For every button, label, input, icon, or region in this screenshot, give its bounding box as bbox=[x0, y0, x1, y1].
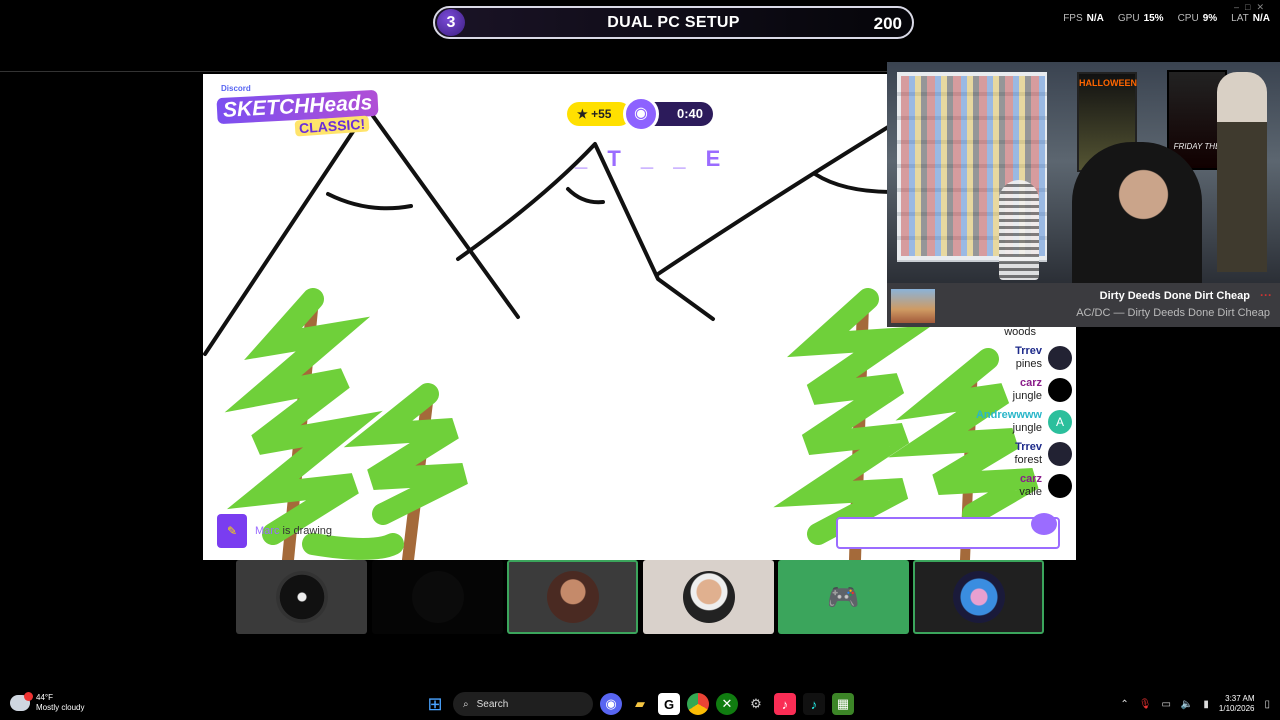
chevron-up-icon[interactable]: ⌃ bbox=[1120, 699, 1128, 710]
send-button[interactable] bbox=[1031, 513, 1057, 535]
round-status: ★ +55 0:40 ◉ bbox=[567, 96, 713, 132]
sketchbook-icon: ✎ bbox=[217, 514, 247, 548]
chat-username: Andrewwww bbox=[975, 409, 1042, 421]
chat-row: Trrev pines bbox=[872, 342, 1072, 374]
music-app-icon[interactable]: ♪ bbox=[774, 693, 796, 715]
clock[interactable]: 3:37 AM 1/10/2026 bbox=[1219, 694, 1255, 714]
sketchheads-logo: Discord SKETCHHeads CLASSIC! bbox=[216, 84, 379, 140]
chat-username: carz bbox=[1019, 473, 1042, 485]
chat-row: carz valle bbox=[872, 470, 1072, 502]
chat-row: Andrewwww jungle A bbox=[872, 406, 1072, 438]
alarm-clock-icon: ◉ bbox=[623, 96, 659, 132]
volume-icon[interactable]: 🔈 bbox=[1181, 699, 1193, 710]
g-app-icon[interactable]: G bbox=[658, 693, 680, 715]
window-controls[interactable]: –□✕ bbox=[1234, 2, 1270, 13]
chat-username: Trrev bbox=[1015, 345, 1042, 357]
performance-stats: FPS N/A GPU 15% CPU 9% LAT N/A bbox=[1063, 13, 1270, 24]
participant-tile[interactable] bbox=[372, 560, 503, 634]
score-value: 200 bbox=[873, 14, 902, 33]
search-box[interactable]: ⌕ Search bbox=[453, 692, 593, 716]
skeleton-figure bbox=[999, 180, 1039, 280]
chat-message: valle bbox=[1019, 486, 1042, 498]
temperature: 44°F bbox=[36, 693, 53, 702]
gpu-value: 15% bbox=[1143, 13, 1164, 24]
search-icon: ⌕ bbox=[463, 698, 469, 710]
user-avatar[interactable] bbox=[1048, 442, 1072, 466]
more-icon[interactable]: ··· bbox=[1260, 288, 1272, 302]
file-explorer-icon[interactable]: ▰ bbox=[629, 693, 651, 715]
discord-icon: 🎮 bbox=[827, 582, 860, 612]
drawing-status: ✎ Marc is drawing bbox=[217, 514, 332, 548]
points-value: +55 bbox=[591, 107, 612, 121]
search-label: Search bbox=[476, 698, 509, 710]
drawing-label: is drawing bbox=[279, 525, 333, 537]
avatar-icon bbox=[952, 571, 1005, 623]
chat-message: jungle bbox=[1012, 390, 1042, 402]
participant-tile[interactable] bbox=[913, 560, 1044, 634]
chat-message: forest bbox=[1014, 454, 1042, 466]
tiktok-icon[interactable]: ♪ bbox=[803, 693, 825, 715]
chat-row: carz jungle bbox=[872, 374, 1072, 406]
track-title: Dirty Deeds Done Dirt Cheap bbox=[1099, 290, 1250, 302]
fps-value: N/A bbox=[1086, 13, 1104, 24]
track-artist: AC/DC — Dirty Deeds Done Dirt Cheap bbox=[1076, 307, 1270, 319]
user-avatar[interactable]: A bbox=[1048, 410, 1072, 434]
chat-message: jungle bbox=[1012, 422, 1042, 434]
streamer bbox=[1072, 142, 1202, 283]
network-icon[interactable]: ▭ bbox=[1161, 699, 1170, 710]
hint-word: _ T _ _ E bbox=[575, 146, 728, 171]
guess-chat: woods Trrev pines carz jungle Andrewwww jun… bbox=[872, 326, 1072, 502]
chrome-icon[interactable] bbox=[687, 693, 709, 715]
participant-tile[interactable] bbox=[643, 560, 774, 634]
now-playing-widget: Dirty Deeds Done Dirt Cheap ··· AC/DC — … bbox=[887, 283, 1280, 327]
weather-condition: Mostly cloudy bbox=[36, 703, 85, 712]
discord-app-icon[interactable]: ◉ bbox=[600, 693, 622, 715]
chat-username: carz bbox=[1019, 377, 1042, 389]
user-avatar[interactable] bbox=[1048, 378, 1072, 402]
chat-message: woods bbox=[1004, 326, 1036, 338]
battery-icon[interactable]: ▮ bbox=[1203, 699, 1209, 710]
xbox-icon[interactable]: ✕ bbox=[716, 693, 738, 715]
user-avatar[interactable] bbox=[1048, 346, 1072, 370]
stream-title: DUAL PC SETUP bbox=[607, 14, 740, 31]
drawer-name: Marc bbox=[255, 525, 280, 537]
jason-figure bbox=[1217, 72, 1267, 272]
album-art bbox=[891, 289, 935, 323]
participant-tile[interactable] bbox=[507, 560, 638, 634]
lat-label: LAT bbox=[1231, 13, 1249, 24]
lat-value: N/A bbox=[1252, 13, 1270, 24]
cpu-label: CPU bbox=[1177, 13, 1199, 24]
cpu-value: 9% bbox=[1202, 13, 1218, 24]
guess-input[interactable] bbox=[836, 517, 1060, 549]
points-badge: ★ +55 bbox=[567, 102, 631, 126]
system-tray: ⌃ 🎙 ▭ 🔈 ▮ 3:37 AM 1/10/2026 ▯ bbox=[1120, 694, 1270, 714]
time: 3:37 AM bbox=[1225, 694, 1255, 703]
user-avatar[interactable] bbox=[1048, 474, 1072, 498]
stream-title-bar: 3 DUAL PC SETUP 200 bbox=[433, 6, 914, 39]
weather-widget[interactable]: 44°F Mostly cloudy bbox=[10, 692, 85, 713]
steam-icon[interactable]: ⚙ bbox=[745, 693, 767, 715]
gpu-label: GPU bbox=[1117, 13, 1140, 24]
participant-tile[interactable] bbox=[236, 560, 367, 634]
avatar-icon bbox=[411, 571, 464, 623]
taskbar-apps: ⊞ ⌕ Search ◉ ▰ G ✕ ⚙ ♪ ♪ ▦ bbox=[424, 692, 854, 716]
cloud-icon bbox=[10, 692, 33, 711]
webcam-feed: HALLOWEEN FRIDAY THE bbox=[887, 62, 1280, 283]
discord-logo-text: Discord bbox=[221, 84, 251, 93]
fps-label: FPS bbox=[1063, 13, 1083, 24]
taskbar: 44°F Mostly cloudy ⊞ ⌕ Search ◉ ▰ G ✕ ⚙ ♪… bbox=[0, 688, 1280, 720]
notification-icon[interactable]: ▯ bbox=[1264, 699, 1270, 710]
date: 1/10/2026 bbox=[1218, 704, 1255, 713]
minecraft-icon[interactable]: ▦ bbox=[832, 693, 854, 715]
avatar-icon bbox=[546, 571, 599, 623]
chat-message: pines bbox=[1015, 358, 1042, 370]
participant-tile[interactable]: 🎮 bbox=[778, 560, 909, 634]
avatar-icon bbox=[682, 571, 735, 623]
venom-avatar-icon bbox=[275, 571, 328, 623]
chat-username: Trrev bbox=[1015, 441, 1042, 453]
chat-row: Trrev forest bbox=[872, 438, 1072, 470]
microphone-icon[interactable]: 🎙 bbox=[1139, 699, 1152, 710]
windows-start-icon[interactable]: ⊞ bbox=[424, 693, 446, 715]
